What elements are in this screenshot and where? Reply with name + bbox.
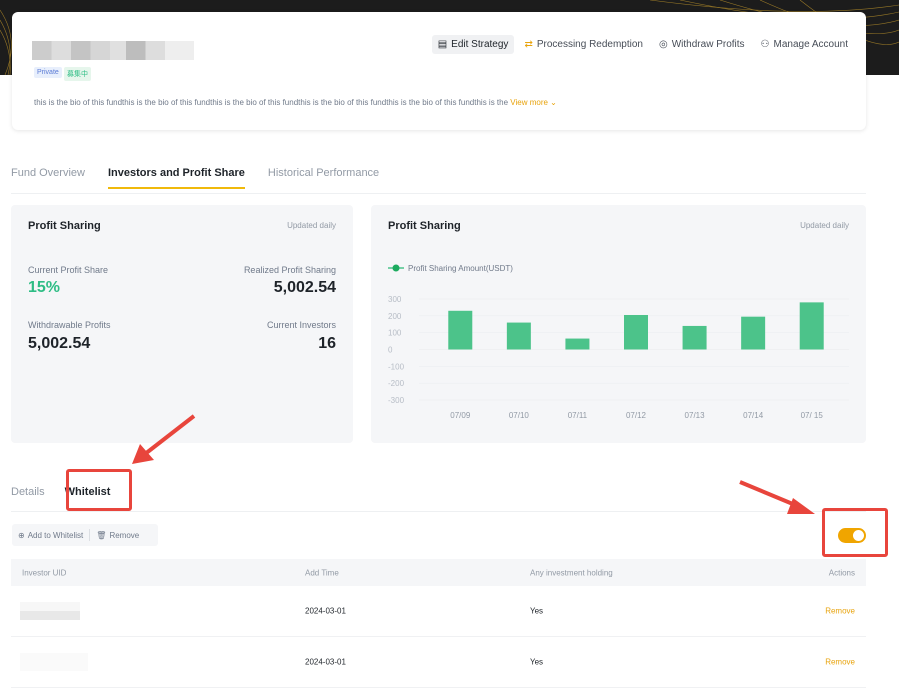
remove-link[interactable]: Remove <box>825 607 855 616</box>
main-tabs: Fund Overview Investors and Profit Share… <box>11 167 379 189</box>
redemption-icon: ⇄ <box>524 39 533 50</box>
chevron-down-icon: ⌄ <box>550 98 557 107</box>
trash-icon: 🗑 <box>96 530 107 540</box>
remove-button[interactable]: 🗑 Remove <box>90 531 145 540</box>
fund-name-blurred <box>32 41 194 60</box>
tab-details[interactable]: Details <box>11 486 45 498</box>
legend-label: Profit Sharing Amount(USDT) <box>408 264 513 273</box>
table-header: Investor UID Add Time Any investment hol… <box>11 559 866 586</box>
investors-label: Current Investors <box>266 320 336 330</box>
x-tick-label: 07/ 15 <box>801 411 824 420</box>
y-tick-label: -100 <box>388 362 405 371</box>
bar <box>565 338 590 350</box>
private-tag: Private <box>34 67 62 78</box>
col-actions: Actions <box>828 568 855 577</box>
x-tick-label: 07/11 <box>568 411 588 420</box>
bar <box>448 310 473 350</box>
withdrawable-label: Withdrawable Profits <box>28 320 111 330</box>
current-profit-share-value: 15% <box>28 279 61 296</box>
processing-redemption-button[interactable]: ⇄ Processing Redemption <box>518 35 649 54</box>
bar <box>682 325 707 350</box>
add-time: 2024-03-01 <box>305 606 346 616</box>
manage-account-button[interactable]: ⚇ Manage Account <box>755 35 854 54</box>
col-add-time: Add Time <box>305 568 339 577</box>
fund-bio: this is the bio of this fundthis is the … <box>34 98 557 107</box>
current-profit-share-label: Current Profit Share <box>28 265 109 275</box>
edit-strategy-button[interactable]: ▤ Edit Strategy <box>431 35 515 54</box>
bar <box>741 316 766 350</box>
table-row: 2024-03-01 Yes Remove <box>11 586 866 637</box>
x-tick-label: 07/13 <box>685 411 706 420</box>
annotation-arrow-line <box>739 480 801 509</box>
col-investor-uid: Investor UID <box>22 568 67 577</box>
withdraw-profits-button[interactable]: ◎ Withdraw Profits <box>653 35 751 54</box>
remove-label: Remove <box>109 530 140 540</box>
withdraw-icon: ◎ <box>659 39 668 50</box>
annotation-arrow-head <box>132 444 154 464</box>
annotation-box-toggle <box>822 508 888 557</box>
add-user-icon: ⊕ <box>18 530 25 540</box>
remove-link[interactable]: Remove <box>825 658 855 667</box>
profit-chart-panel: Profit Sharing Updated daily Profit Shar… <box>371 205 866 443</box>
withdrawable-value: 5,002.54 <box>28 335 91 352</box>
y-tick-label: 200 <box>388 312 402 321</box>
holding: Yes <box>530 657 544 667</box>
realized-value: 5,002.54 <box>273 279 336 296</box>
y-tick-label: 0 <box>388 346 393 355</box>
bar <box>506 322 531 350</box>
stats-updated: Updated daily <box>287 221 336 230</box>
tab-investors-profit-share[interactable]: Investors and Profit Share <box>107 167 245 189</box>
y-tick-label: 100 <box>388 329 402 338</box>
tab-fund-overview[interactable]: Fund Overview <box>11 167 85 189</box>
bar <box>624 314 648 350</box>
holding: Yes <box>530 606 544 616</box>
processing-redemption-label: Processing Redemption <box>536 39 643 50</box>
investors-value: 16 <box>318 335 336 352</box>
col-holding: Any investment holding <box>530 568 613 577</box>
profit-stats-panel: Profit Sharing Updated daily Current Pro… <box>11 205 353 443</box>
view-more-link[interactable]: View more ⌄ <box>510 98 557 107</box>
tabs-divider <box>11 193 866 194</box>
annotation-box-whitelist <box>66 469 132 511</box>
view-more-label: View more <box>510 98 548 107</box>
x-tick-label: 07/14 <box>743 411 764 420</box>
realized-label: Realized Profit Sharing <box>243 265 336 275</box>
y-tick-label: -300 <box>388 396 405 405</box>
users-icon: ⚇ <box>760 39 770 50</box>
status-tag: 募集中 <box>64 67 91 81</box>
bar <box>799 302 824 350</box>
x-tick-label: 07/12 <box>626 411 647 420</box>
withdraw-profits-label: Withdraw Profits <box>671 39 745 50</box>
investor-uid-blurred <box>20 653 88 671</box>
bio-text: this is the bio of this fundthis is the … <box>34 98 509 107</box>
x-tick-label: 07/10 <box>509 411 530 420</box>
add-time: 2024-03-01 <box>305 657 346 667</box>
fund-header-card: Private 募集中 ▤ Edit Strategy ⇄ Processing R… <box>12 12 866 130</box>
edit-icon: ▤ <box>437 39 448 50</box>
legend-marker <box>392 264 400 272</box>
investor-uid-blurred <box>20 602 80 620</box>
edit-strategy-label: Edit Strategy <box>451 39 509 50</box>
add-to-whitelist-button[interactable]: ⊕ Add to Whitelist <box>12 531 89 540</box>
manage-account-label: Manage Account <box>773 39 849 50</box>
tab-historical-performance[interactable]: Historical Performance <box>268 167 379 189</box>
table-row: 2024-03-01 Yes Remove <box>11 637 866 688</box>
x-tick-label: 07/09 <box>450 411 471 420</box>
y-tick-label: -200 <box>388 379 405 388</box>
add-label: Add to Whitelist <box>27 530 84 540</box>
y-tick-label: 300 <box>388 295 402 304</box>
whitelist-toolbar: ⊕ Add to Whitelist 🗑 Remove <box>12 524 158 546</box>
stats-title: Profit Sharing <box>28 220 101 232</box>
bar-chart: Profit Sharing Amount(USDT) 300 200 100 0 -10… <box>388 264 849 420</box>
subtabs-divider <box>11 511 866 512</box>
